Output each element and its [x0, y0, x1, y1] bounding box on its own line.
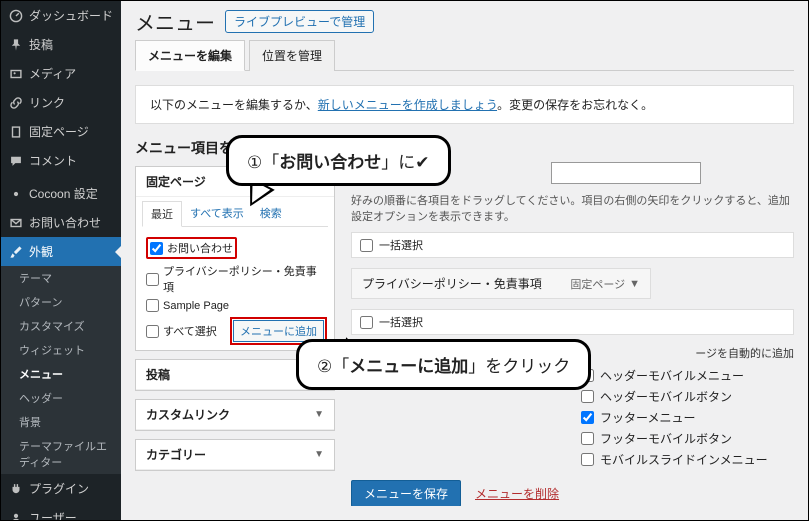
- drag-hint-text: 好みの順番に各項目をドラッグしてください。項目の右側の矢印をクリックすると、追加…: [351, 192, 794, 224]
- select-all-pages-checkbox[interactable]: [146, 325, 159, 338]
- mini-tab-recent[interactable]: 最近: [142, 201, 182, 227]
- loc-label: ヘッダーモバイルメニュー: [600, 367, 744, 384]
- comment-icon: [9, 154, 23, 168]
- loc-mobile-slidein-checkbox[interactable]: [581, 453, 594, 466]
- appearance-submenu: テーマ パターン カスタマイズ ウィジェット メニュー ヘッダー 背景 テーマフ…: [1, 266, 121, 474]
- sub-widgets[interactable]: ウィジェット: [1, 338, 121, 362]
- sidebar-item-posts[interactable]: 投稿: [1, 30, 121, 59]
- page-item-sample-label: Sample Page: [163, 300, 229, 312]
- bulk-select-label-bottom: 一括選択: [379, 314, 423, 330]
- sidebar-label: 投稿: [29, 36, 53, 53]
- loc-footer-menu-checkbox[interactable]: [581, 411, 594, 424]
- sidebar-item-pages[interactable]: 固定ページ: [1, 117, 121, 146]
- pin-icon: [9, 38, 23, 52]
- sidebar-item-media[interactable]: メディア: [1, 59, 121, 88]
- annotation-callout-2: ②「メニューに追加」をクリック: [296, 339, 591, 390]
- bulk-select-checkbox-top[interactable]: [360, 239, 373, 252]
- sidebar-item-comments[interactable]: コメント: [1, 146, 121, 175]
- menu-name-input[interactable]: [551, 162, 701, 184]
- user-icon: [9, 511, 23, 521]
- sub-background[interactable]: 背景: [1, 410, 121, 434]
- bulk-select-checkbox-bottom[interactable]: [360, 316, 373, 329]
- link-icon: [9, 96, 23, 110]
- menu-item-privacy-label: プライバシーポリシー・免責事項: [362, 275, 542, 292]
- page-tabs: メニューを編集 位置を管理: [135, 40, 794, 71]
- sidebar-label: お問い合わせ: [29, 214, 101, 231]
- metabox-posts-title: 投稿: [146, 366, 170, 383]
- loc-label: フッターメニュー: [600, 409, 696, 426]
- tab-edit-menus[interactable]: メニューを編集: [135, 40, 245, 71]
- sub-themes[interactable]: テーマ: [1, 266, 121, 290]
- sidebar-label: メディア: [29, 65, 76, 82]
- sub-theme-editor[interactable]: テーマファイルエディター: [1, 434, 121, 474]
- chevron-down-icon: ▼: [314, 449, 324, 460]
- page-icon: [9, 125, 23, 139]
- sidebar-item-appearance[interactable]: 外観: [1, 237, 121, 266]
- dot-icon: [9, 187, 23, 201]
- select-all-pages-label: すべて選択: [163, 323, 217, 339]
- page-item-privacy-label: プライバシーポリシー・免責事項: [163, 263, 324, 295]
- sidebar-item-contact[interactable]: お問い合わせ: [1, 208, 121, 237]
- sidebar-item-users[interactable]: ユーザー: [1, 503, 121, 520]
- notice-text-pre: 以下のメニューを編集するか、: [150, 98, 318, 112]
- loc-label: フッターモバイルボタン: [600, 430, 732, 447]
- metabox-category-title: カテゴリー: [146, 446, 206, 463]
- chevron-down-icon: ▼: [629, 278, 640, 290]
- page-item-contact-checkbox[interactable]: [150, 242, 163, 255]
- tab-manage-locations[interactable]: 位置を管理: [249, 40, 335, 71]
- sub-patterns[interactable]: パターン: [1, 290, 121, 314]
- main-content: メニュー ライブプレビューで管理 メニューを編集 位置を管理 以下のメニューを編…: [121, 1, 808, 520]
- mail-icon: [9, 216, 23, 230]
- sidebar-item-dashboard[interactable]: ダッシュボード: [1, 1, 121, 30]
- metabox-customlink-header[interactable]: カスタムリンク ▼: [136, 400, 334, 430]
- bulk-select-row-bottom: 一括選択: [351, 309, 794, 335]
- sidebar-item-plugins[interactable]: プラグイン: [1, 474, 121, 503]
- live-preview-button[interactable]: ライブプレビューで管理: [225, 10, 374, 33]
- sidebar-label: 固定ページ: [29, 123, 89, 140]
- loc-footer-mobile-button-checkbox[interactable]: [581, 432, 594, 445]
- bulk-select-label-top: 一括選択: [379, 237, 423, 253]
- edit-notice: 以下のメニューを編集するか、新しいメニューを作成しましょう。変更の保存をお忘れな…: [135, 85, 794, 124]
- menu-item-type: 固定ページ: [570, 276, 625, 292]
- metabox-category-header[interactable]: カテゴリー ▼: [136, 440, 334, 470]
- sidebar-label: 外観: [29, 243, 53, 260]
- sidebar-label: リンク: [29, 94, 65, 111]
- save-menu-button[interactable]: メニューを保存: [351, 480, 461, 506]
- bulk-select-row-top: 一括選択: [351, 232, 794, 258]
- page-item-sample-checkbox[interactable]: [146, 299, 159, 312]
- sidebar-label: ダッシュボード: [29, 7, 113, 24]
- sidebar-item-cocoon[interactable]: Cocoon 設定: [1, 179, 121, 208]
- sidebar-label: Cocoon 設定: [29, 185, 98, 202]
- metabox-customlink: カスタムリンク ▼: [135, 399, 335, 431]
- delete-menu-link[interactable]: メニューを削除: [475, 485, 559, 502]
- metabox-category: カテゴリー ▼: [135, 439, 335, 471]
- page-title: メニュー: [135, 7, 215, 36]
- sub-customize[interactable]: カスタマイズ: [1, 314, 121, 338]
- sidebar-label: ユーザー: [29, 509, 77, 520]
- notice-text-post: 。変更の保存をお忘れなく。: [497, 98, 653, 112]
- loc-label: モバイルスライドインメニュー: [600, 451, 768, 468]
- menu-item-privacy[interactable]: プライバシーポリシー・免責事項 固定ページ ▼: [351, 268, 651, 299]
- create-new-menu-link[interactable]: 新しいメニューを作成しましょう: [318, 98, 497, 112]
- chevron-down-icon: ▼: [314, 409, 324, 420]
- loc-label: ヘッダーモバイルボタン: [600, 388, 732, 405]
- annotation-callout-1: ①「お問い合わせ」に✔: [226, 135, 451, 186]
- page-item-privacy-checkbox[interactable]: [146, 273, 159, 286]
- admin-sidebar: ダッシュボード 投稿 メディア リンク 固定ページ コメント Cocoon 設定: [1, 1, 121, 520]
- brush-icon: [9, 245, 23, 259]
- sidebar-label: プラグイン: [29, 480, 89, 497]
- metabox-pages: 固定ページ ▲ 最近 すべて表示 検索 お問い合わせ: [135, 166, 335, 351]
- media-icon: [9, 67, 23, 81]
- sub-menus[interactable]: メニュー: [1, 362, 121, 386]
- sidebar-item-links[interactable]: リンク: [1, 88, 121, 117]
- sidebar-label: コメント: [29, 152, 77, 169]
- loc-header-mobile-button-checkbox[interactable]: [581, 390, 594, 403]
- page-item-contact-label: お問い合わせ: [167, 240, 233, 256]
- metabox-pages-title: 固定ページ: [146, 173, 206, 190]
- dashboard-icon: [9, 9, 23, 23]
- plugin-icon: [9, 482, 23, 496]
- sub-header[interactable]: ヘッダー: [1, 386, 121, 410]
- metabox-customlink-title: カスタムリンク: [146, 406, 230, 423]
